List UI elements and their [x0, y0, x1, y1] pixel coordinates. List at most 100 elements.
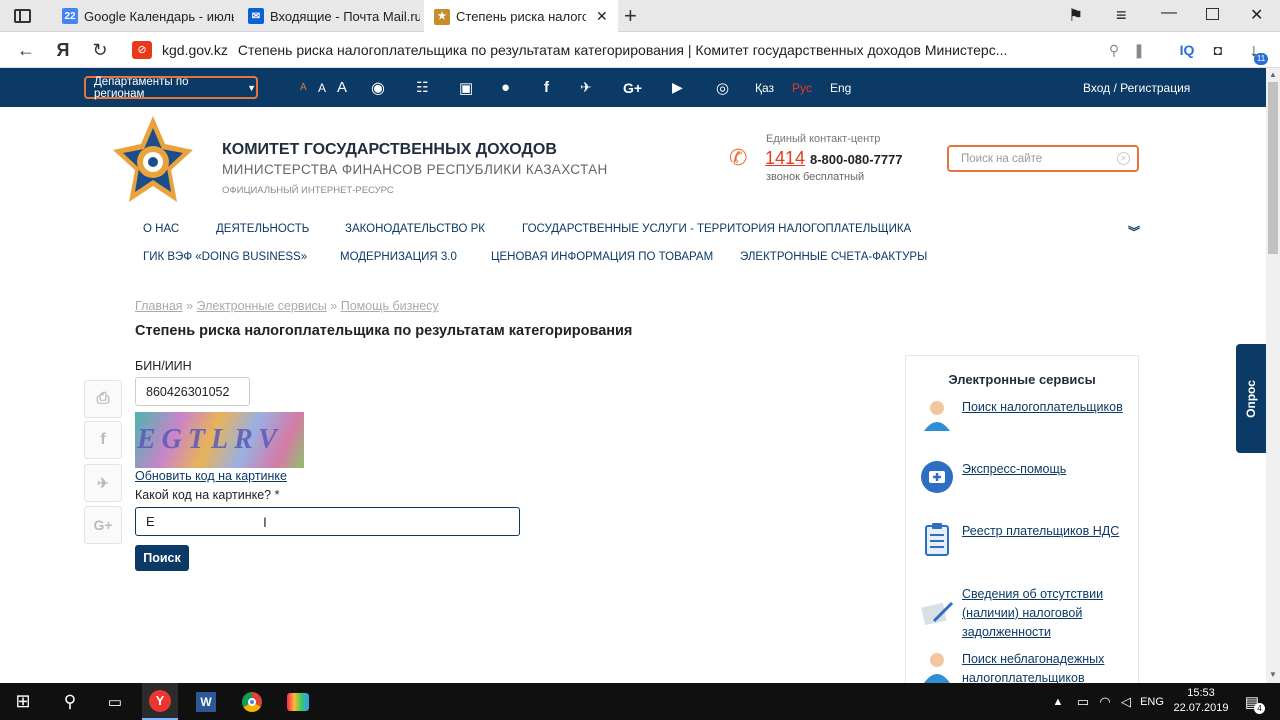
instagram-icon[interactable]: ◎ — [716, 68, 729, 107]
page-scrollbar[interactable]: ▲ ▼ — [1266, 68, 1280, 683]
clock-date: 22.07.2019 — [1173, 702, 1229, 714]
e-services-panel: Электронные сервисы Поиск налогоплательщ… — [905, 355, 1139, 683]
apple-icon[interactable]: ● — [501, 68, 510, 107]
key-icon[interactable]: ⚲ — [1104, 32, 1124, 68]
kgd-logo[interactable] — [113, 116, 193, 208]
bin-input[interactable]: 860426301052 — [135, 377, 250, 406]
google-plus-icon[interactable]: G+ — [623, 68, 642, 107]
input-language[interactable]: ENG — [1138, 683, 1166, 720]
address-bar: ← Я ↻ ⊘ kgd.gov.kz Степень риска налогоп… — [0, 32, 1280, 68]
menu-doing-business[interactable]: ГИК ВЭФ «DOING BUSINESS» — [143, 251, 307, 263]
share-twitter-icon[interactable]: ✈ — [84, 464, 122, 502]
lang-kaz[interactable]: Қаз — [755, 68, 774, 107]
chrome-icon[interactable] — [236, 683, 268, 720]
caret-down-icon: ▼ — [247, 82, 256, 93]
clear-search-icon[interactable]: ✕ — [1117, 152, 1130, 165]
network-icon[interactable]: ▭ — [1074, 683, 1092, 720]
menu-price-info[interactable]: ЦЕНОВАЯ ИНФОРМАЦИЯ ПО ТОВАРАМ — [491, 251, 713, 263]
scrollbar-thumb[interactable] — [1268, 82, 1278, 254]
bookmark-icon[interactable]: ❚ — [1130, 32, 1148, 68]
text-cursor-icon: I — [263, 514, 267, 530]
menu-activity[interactable]: ДЕЯТЕЛЬНОСТЬ — [216, 223, 309, 235]
clipboard-icon — [925, 523, 949, 556]
youtube-icon[interactable]: ▶ — [672, 68, 683, 107]
contact-label: Единый контакт-центр — [766, 133, 881, 145]
menu-legislation[interactable]: ЗАКОНОДАТЕЛЬСТВО РК — [345, 223, 485, 235]
bookmarks-icon[interactable]: ⚑ — [1068, 6, 1083, 26]
show-hidden-icons[interactable]: ▲ — [1050, 683, 1066, 720]
service-link-tax-debt[interactable]: Сведения об отсутствии (наличии) налогов… — [962, 585, 1112, 642]
clock[interactable]: 15:53 22.07.2019 — [1172, 686, 1230, 716]
breadcrumb-business-help[interactable]: Помощь бизнесу — [341, 299, 439, 313]
url-domain: kgd.gov.kz — [162, 42, 228, 58]
search-submit-button[interactable]: Поиск — [135, 545, 189, 571]
contact-short-number[interactable]: 1414 — [765, 148, 805, 169]
url-field[interactable]: kgd.gov.kz Степень риска налогоплательщи… — [162, 32, 1007, 68]
extension-icon[interactable]: ◘ — [1208, 32, 1228, 68]
lang-eng[interactable]: Eng — [830, 68, 851, 107]
clock-time: 15:53 — [1187, 687, 1215, 699]
eye-icon[interactable]: ◉ — [371, 68, 385, 107]
minimize-icon[interactable]: — — [1161, 4, 1177, 22]
service-item: Экспресс-помощь — [920, 460, 1066, 494]
tab-mail[interactable]: ✉ Входящие - Почта Mail.ru — [238, 0, 424, 32]
close-icon[interactable]: ✕ — [596, 8, 608, 25]
tab-label: Google Календарь - июль — [84, 8, 234, 24]
back-icon[interactable]: ← — [14, 32, 38, 68]
service-link-unreliable-taxpayers[interactable]: Поиск неблагонадежных налогоплательщиков — [962, 650, 1112, 683]
breadcrumb-e-services[interactable]: Электронные сервисы — [197, 299, 327, 313]
notifications-icon[interactable]: ▤ — [1240, 683, 1264, 720]
scroll-up-icon[interactable]: ▲ — [1269, 70, 1277, 79]
sidebar-toggle-icon[interactable] — [14, 9, 31, 23]
font-size-small[interactable]: A — [300, 68, 307, 107]
service-link-vat-registry[interactable]: Реестр плательщиков НДС — [962, 522, 1119, 541]
service-link-express-help[interactable]: Экспресс-помощь — [962, 460, 1066, 479]
share-google-plus-icon[interactable]: G+ — [84, 506, 122, 544]
restore-icon[interactable] — [1206, 8, 1219, 20]
windows-start-icon[interactable]: ⊞ — [8, 683, 38, 720]
scroll-down-icon[interactable]: ▼ — [1269, 670, 1277, 679]
departments-dropdown[interactable]: Департаменты по регионам ▼ — [84, 76, 258, 100]
tab-google-calendar[interactable]: 22 Google Календарь - июль — [52, 0, 238, 32]
site-insecure-icon[interactable]: ⊘ — [132, 41, 152, 59]
phone-icon: ✆ — [729, 145, 748, 170]
service-link-taxpayer-search[interactable]: Поиск налогоплательщиков — [962, 398, 1123, 417]
yandex-icon[interactable]: Я — [52, 32, 74, 68]
breadcrumb-home[interactable]: Главная — [135, 299, 183, 313]
menu-state-services[interactable]: ГОСУДАРСТВЕННЫЕ УСЛУГИ - ТЕРРИТОРИЯ НАЛО… — [522, 223, 911, 235]
search-icon[interactable]: ⚲ — [55, 683, 85, 720]
media-app-icon[interactable] — [282, 683, 314, 720]
tab-label: Степень риска налогоп — [456, 9, 586, 24]
volume-icon[interactable]: ◁ — [1117, 683, 1135, 720]
wifi-icon[interactable]: ◠ — [1096, 683, 1114, 720]
facebook-icon[interactable]: f — [544, 68, 549, 107]
captcha-code-input[interactable]: E I — [135, 507, 520, 536]
twitter-icon[interactable]: ✈ — [580, 68, 592, 107]
menu-e-invoices[interactable]: ЭЛЕКТРОННЫЕ СЧЕТА-ФАКТУРЫ — [740, 251, 927, 263]
share-facebook-icon[interactable]: f — [84, 421, 122, 459]
menu-modernization[interactable]: МОДЕРНИЗАЦИЯ 3.0 — [340, 251, 457, 263]
task-view-icon[interactable]: ▭ — [100, 683, 130, 720]
menu-icon[interactable]: ≡ — [1116, 5, 1127, 26]
menu-about[interactable]: О НАС — [143, 223, 179, 235]
reload-icon[interactable]: ↻ — [88, 32, 112, 68]
document-pen-icon — [921, 601, 954, 626]
yandex-browser-icon[interactable]: Y — [142, 683, 178, 720]
lang-rus[interactable]: Рус — [792, 68, 812, 107]
poll-tab[interactable]: Опрос — [1236, 344, 1266, 453]
org-subtitle: МИНИСТЕРСТВА ФИНАНСОВ РЕСПУБЛИКИ КАЗАХСТ… — [222, 162, 608, 177]
iq-button[interactable]: IQ — [1176, 32, 1198, 68]
new-tab-button[interactable]: + — [624, 3, 637, 29]
refresh-captcha-link[interactable]: Обновить код на картинке — [135, 469, 287, 483]
font-size-medium[interactable]: A — [318, 68, 326, 107]
android-icon[interactable]: ▣ — [459, 68, 473, 107]
login-link[interactable]: Вход / Регистрация — [1083, 68, 1190, 107]
print-icon[interactable]: ⎙ — [84, 380, 122, 418]
sitemap-icon[interactable]: ☷ — [416, 68, 429, 107]
site-search-input[interactable]: Поиск на сайте ✕ — [947, 145, 1139, 172]
tab-kgd[interactable]: ★ Степень риска налогоп ✕ — [424, 0, 618, 33]
word-icon[interactable]: W — [190, 683, 222, 720]
close-window-icon[interactable]: ✕ — [1250, 5, 1263, 25]
menu-expand-icon[interactable]: ︾ — [1128, 223, 1140, 240]
font-size-large[interactable]: A — [337, 68, 347, 107]
